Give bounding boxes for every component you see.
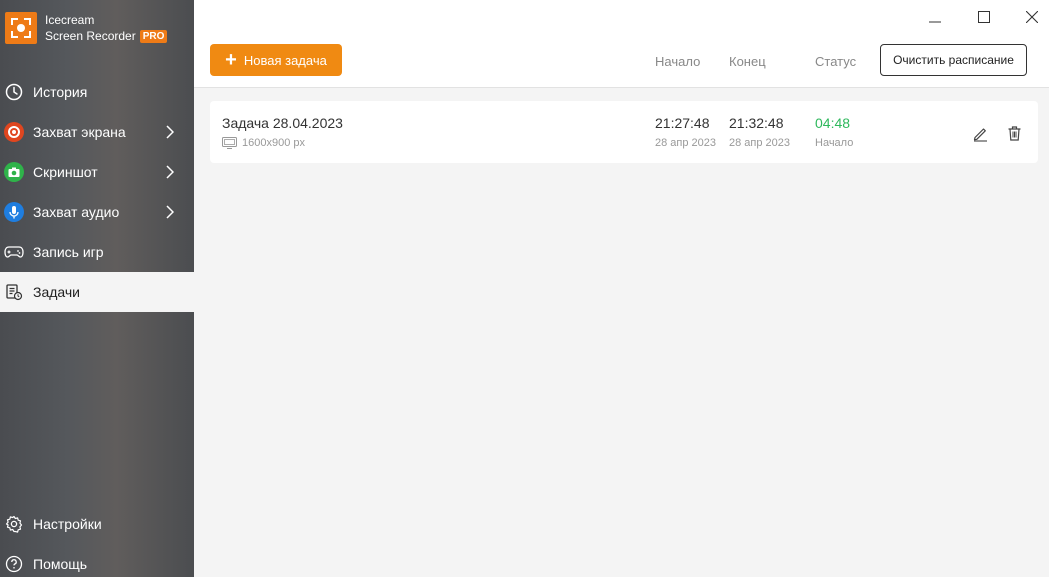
- task-status-countdown: 04:48: [815, 115, 851, 131]
- new-task-label: Новая задача: [243, 52, 327, 68]
- gear-icon: [4, 514, 24, 534]
- clock-icon: [4, 82, 24, 102]
- sidebar-item-label: Захват аудио: [33, 204, 120, 220]
- sidebar-item-settings[interactable]: Настройки: [0, 504, 194, 544]
- record-icon: [4, 122, 24, 142]
- edit-icon[interactable]: [970, 123, 990, 143]
- task-start-time: 21:27:48: [655, 115, 710, 131]
- sidebar-nav: История Захват экрана Скриншот Захват ау…: [0, 72, 194, 312]
- app-brand: Icecream Screen Recorder PRO: [5, 12, 168, 44]
- camera-icon: [4, 162, 24, 182]
- task-name: Задача 28.04.2023: [222, 115, 343, 131]
- sidebar-item-label: Помощь: [33, 556, 88, 572]
- task-start-date: 28 апр 2023: [655, 137, 717, 149]
- sidebar-item-label: Скриншот: [33, 164, 98, 180]
- microphone-icon: [4, 202, 24, 222]
- task-resolution: 1600x900 px: [222, 137, 305, 149]
- task-end-time: 21:32:48: [729, 115, 784, 131]
- sidebar-item-label: Настройки: [33, 516, 102, 532]
- column-header-start[interactable]: Начало: [655, 54, 700, 69]
- sidebar-item-screen-capture[interactable]: Захват экрана: [0, 112, 194, 152]
- minimize-button[interactable]: [923, 7, 947, 27]
- sidebar-item-screenshot[interactable]: Скриншот: [0, 152, 194, 192]
- help-icon: [4, 554, 24, 574]
- task-resolution-value: 1600x900 px: [242, 137, 305, 149]
- sidebar-item-label: Запись игр: [33, 244, 104, 260]
- sidebar-item-tasks[interactable]: Задачи: [0, 272, 194, 312]
- column-header-end[interactable]: Конец: [729, 54, 766, 69]
- sidebar-item-audio-capture[interactable]: Захват аудио: [0, 192, 194, 232]
- trash-icon[interactable]: [1004, 123, 1024, 143]
- tasks-icon: [4, 282, 24, 302]
- monitor-icon: [222, 137, 237, 149]
- sidebar-item-label: Захват экрана: [33, 124, 126, 140]
- sidebar-item-label: История: [33, 84, 88, 100]
- sidebar: Icecream Screen Recorder PRO История Зах…: [0, 0, 194, 577]
- plus-icon: +: [225, 49, 237, 71]
- gamepad-icon: [4, 242, 24, 262]
- chevron-right-icon: [166, 125, 175, 142]
- app-name-line2: Screen Recorder: [45, 29, 136, 43]
- column-header-status[interactable]: Статус: [815, 54, 856, 69]
- task-end-date: 28 апр 2023: [729, 137, 791, 149]
- close-button[interactable]: [1020, 7, 1044, 27]
- clear-schedule-button[interactable]: Очистить расписание: [880, 44, 1027, 76]
- toolbar: + Новая задача Начало Конец Статус Очист…: [194, 0, 1049, 88]
- sidebar-item-history[interactable]: История: [0, 72, 194, 112]
- sidebar-bottom-nav: Настройки Помощь: [0, 504, 194, 577]
- sidebar-item-game-recording[interactable]: Запись игр: [0, 232, 194, 272]
- pro-badge: PRO: [139, 29, 168, 43]
- app-logo: [5, 12, 37, 44]
- app-name-line1: Icecream: [45, 13, 95, 27]
- sidebar-item-label: Задачи: [33, 284, 81, 300]
- maximize-button[interactable]: [972, 7, 996, 27]
- task-row[interactable]: Задача 28.04.2023 1600x900 px 21:27:48 2…: [210, 101, 1038, 163]
- main-panel: + Новая задача Начало Конец Статус Очист…: [194, 0, 1049, 577]
- task-status-label: Начало: [815, 137, 854, 149]
- new-task-button[interactable]: + Новая задача: [210, 44, 342, 76]
- chevron-right-icon: [166, 205, 175, 222]
- chevron-right-icon: [166, 165, 175, 182]
- sidebar-item-help[interactable]: Помощь: [0, 544, 194, 577]
